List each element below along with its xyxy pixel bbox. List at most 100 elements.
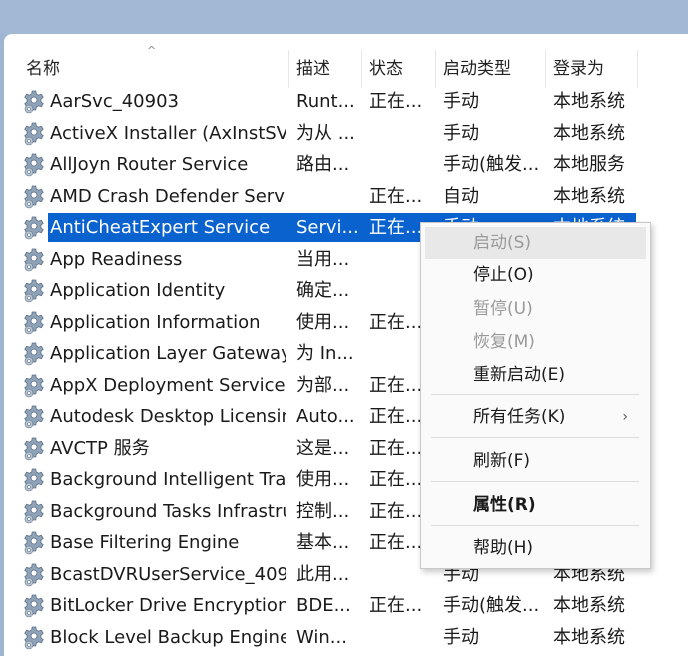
service-gear-icon [21,278,47,304]
service-startup-type: 手动 [443,91,479,112]
chevron-right-icon: › [622,409,628,425]
service-description: 为部... [296,374,350,396]
service-log-on-as: 本地系统 [553,185,625,207]
service-gear-icon [21,152,47,178]
service-startup-type: 手动(触发... [443,595,540,616]
column-header-log-on-as[interactable]: 登录为 [553,58,639,88]
service-description: 此用... [296,563,350,585]
menu-item-pause[interactable]: 暂停(U) [425,293,646,325]
service-startup-type: 手动 [443,122,479,144]
service-gear-icon [21,404,47,430]
menu-item-help[interactable]: 帮助(H) [425,532,646,564]
service-name: AppX Deployment Service ... [50,374,286,396]
service-status [369,149,431,180]
menu-item-start[interactable]: 启动(S) [425,227,646,259]
service-gear-icon [21,530,47,556]
column-divider[interactable] [545,50,546,88]
service-gear-icon [21,562,47,588]
menu-item-all-tasks-label: 所有任务(K) [473,407,566,427]
service-description: BDE... [296,595,351,616]
menu-item-all-tasks[interactable]: 所有任务(K) › [425,401,646,433]
service-name: BitLocker Drive Encryption ... [50,595,286,616]
service-status: 正在... [369,185,423,207]
service-status: 正在... [369,91,423,112]
sort-ascending-icon[interactable]: ^ [147,44,156,57]
service-name: AMD Crash Defender Servi... [50,185,286,207]
service-status [369,622,431,653]
column-header-status[interactable]: 状态 [369,58,429,88]
list-header: ^ 名称 描述 状态 启动类型 登录为 [4,34,688,88]
service-status: 正在... [369,595,423,616]
service-description: Win... [296,626,347,648]
service-description: Auto... [296,406,355,427]
service-name: Background Tasks Infrastru... [50,500,286,522]
table-row[interactable]: AMD Crash Defender Servi... 正在... 自动 本地系统 [4,181,688,212]
service-gear-icon [21,341,47,367]
column-header-name[interactable]: 名称 [26,58,286,88]
service-gear-icon [21,499,47,525]
service-name: AarSvc_40903 [50,91,179,112]
service-startup-type: 手动 [443,626,479,648]
service-gear-icon [21,625,47,651]
service-log-on-as: 本地系统 [553,595,625,616]
service-description: 这是... [296,437,350,459]
menu-separator [431,525,639,526]
table-row[interactable]: AarSvc_40903 Runt... 正在... 手动 本地系统 [4,86,688,117]
service-name: Background Intelligent Tra... [50,469,286,490]
menu-separator [431,481,639,482]
service-name: ActiveX Installer (AxInstSV) [50,122,286,144]
service-description: 为从 ... [296,122,355,144]
service-name: Block Level Backup Engine ... [50,626,286,648]
service-description: 确定... [296,280,350,301]
column-header-startup-type[interactable]: 启动类型 [443,58,543,88]
service-gear-icon [21,89,47,115]
context-menu: 启动(S) 停止(O) 暂停(U) 恢复(M) 重新启动(E) 所有任务(K) … [420,222,651,569]
service-description: 使用... [296,311,350,333]
table-row[interactable]: AllJoyn Router Service 路由... 手动(触发... 本地服务 [4,149,688,180]
service-log-on-as: 本地服务 [553,154,625,175]
column-divider[interactable] [435,50,436,88]
service-name: Application Layer Gateway ... [50,343,286,364]
service-name: AntiCheatExpert Service [50,217,271,238]
service-description: 基本... [296,532,350,553]
service-log-on-as: 本地系统 [553,626,625,648]
column-divider[interactable] [361,50,362,88]
table-row[interactable]: Block Level Backup Engine ... Win... 手动 本地系… [4,622,688,653]
service-startup-type: 手动(触发... [443,154,540,175]
service-name: Application Identity [50,280,226,301]
menu-item-resume[interactable]: 恢复(M) [425,326,646,358]
menu-item-properties[interactable]: 属性(R) [425,489,646,521]
service-gear-icon [21,373,47,399]
menu-item-restart[interactable]: 重新启动(E) [425,359,646,391]
service-name: Base Filtering Engine [50,532,240,553]
service-gear-icon [21,184,47,210]
service-startup-type: 自动 [443,185,479,207]
service-description: 当用... [296,248,350,270]
service-gear-icon [21,467,47,493]
table-row[interactable]: BitLocker Drive Encryption ... BDE... 正在..… [4,590,688,621]
service-name: Autodesk Desktop Licensin... [50,406,286,427]
service-gear-icon [21,121,47,147]
service-description: Servi... [296,217,358,238]
table-row[interactable]: ActiveX Installer (AxInstSV) 为从 ... 手动 本地系统 [4,118,688,149]
service-name: AllJoyn Router Service [50,154,249,175]
service-name: AVCTP 服务 [50,437,150,459]
service-log-on-as: 本地系统 [553,122,625,144]
service-gear-icon [21,310,47,336]
menu-item-stop[interactable]: 停止(O) [425,259,646,291]
service-description: 使用... [296,469,350,490]
service-gear-icon [21,215,47,241]
column-divider[interactable] [288,50,289,88]
column-divider[interactable] [637,50,638,88]
service-gear-icon [21,593,47,619]
service-name: BcastDVRUserService_409... [50,563,286,585]
menu-item-refresh[interactable]: 刷新(F) [425,445,646,477]
column-header-description[interactable]: 描述 [296,58,356,88]
service-status [369,118,431,149]
service-description: Runt... [296,91,355,112]
service-log-on-as: 本地系统 [553,91,625,112]
window-title-bar [0,0,688,34]
service-description: 控制... [296,500,350,522]
menu-separator [431,394,639,395]
service-description [296,181,358,212]
